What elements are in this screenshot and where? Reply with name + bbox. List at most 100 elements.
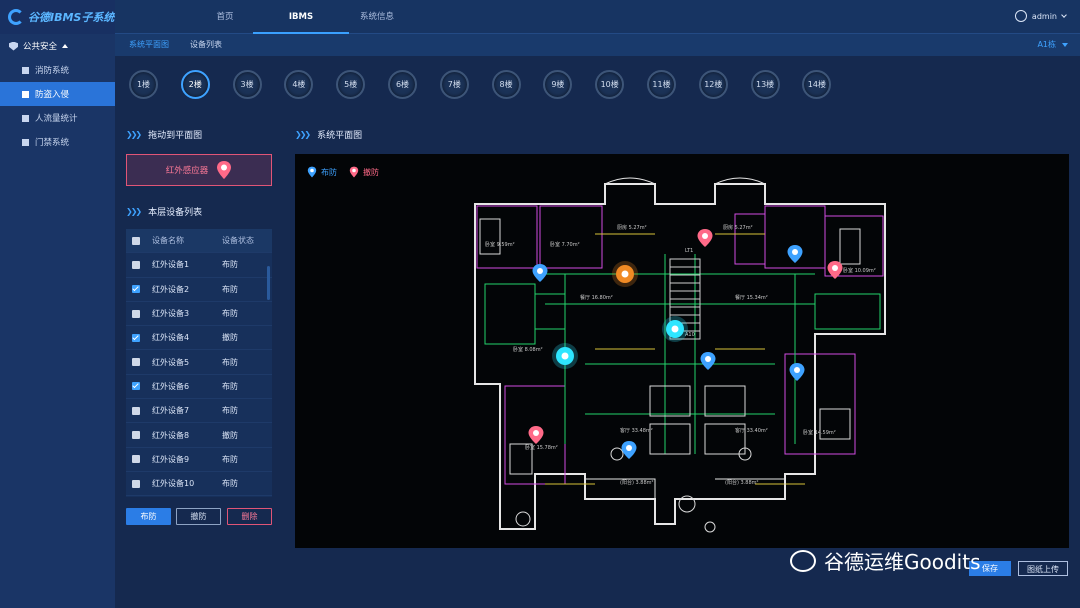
building-select[interactable]: A1栋 <box>1037 34 1068 56</box>
floor-button[interactable]: 13楼 <box>750 70 780 99</box>
sidebar-item-people-flow[interactable]: 人流量统计 <box>0 106 115 130</box>
user-name: admin <box>1031 11 1057 21</box>
table-row[interactable]: 红外设备3 布防 <box>126 302 272 327</box>
col-status-header: 设备状态 <box>222 236 254 246</box>
row-checkbox[interactable] <box>132 455 140 464</box>
sidebar-item-label: 人流量统计 <box>35 114 78 124</box>
device-pin-disarmed[interactable] <box>528 426 544 444</box>
table-row[interactable]: 红外设备6 布防 <box>126 375 272 400</box>
row-checkbox[interactable] <box>132 333 140 342</box>
list-panel-heading: ❯❯❯ 本层设备列表 <box>126 204 202 218</box>
sidebar-item-label: 防盗入侵 <box>35 90 70 100</box>
draggable-ir-sensor[interactable]: 红外感应器 <box>126 154 272 186</box>
floor-button[interactable]: 1楼 <box>129 70 158 99</box>
arm-button[interactable]: 布防 <box>126 508 171 525</box>
device-pin-armed[interactable] <box>700 352 716 370</box>
floor-button[interactable]: 8楼 <box>491 70 521 99</box>
select-all-checkbox[interactable] <box>132 236 140 245</box>
watermark-text: 谷德运维Goodits <box>824 550 981 574</box>
device-label: 红外感应器 <box>165 166 209 176</box>
room-label: (阳台) 3.88m² <box>725 479 759 486</box>
tab-system-info[interactable]: 系统信息 <box>329 0 425 34</box>
table-row[interactable]: 红外设备5 布防 <box>126 350 272 375</box>
tab-device-list[interactable]: 设备列表 <box>190 34 222 56</box>
floor-button[interactable]: 2楼 <box>180 70 210 99</box>
floor-plan-canvas[interactable]: 布防 撤防 卧室 9.59m² 卧室 7.70m² 厨房 5.27m² 厨房 5… <box>295 154 1069 548</box>
floor-button[interactable]: 9楼 <box>543 70 573 99</box>
plan-heading: ❯❯❯ 系统平面图 <box>295 127 362 141</box>
device-pin-alert[interactable] <box>612 261 638 287</box>
room-label: (阳台) 3.88m² <box>620 479 654 486</box>
device-name: 红外设备3 <box>152 309 190 319</box>
room-label: 餐厅 16.80m² <box>580 294 613 301</box>
list-scrollbar[interactable] <box>267 266 270 300</box>
row-checkbox[interactable] <box>132 358 140 367</box>
col-name-header: 设备名称 <box>152 236 184 246</box>
row-checkbox[interactable] <box>132 285 140 294</box>
floor-button[interactable]: 12楼 <box>698 70 728 99</box>
table-header: 设备名称 设备状态 <box>126 229 272 254</box>
tab-floor-plan[interactable]: 系统平面图 <box>129 34 169 56</box>
disarm-button[interactable]: 撤防 <box>176 508 221 525</box>
device-pin-active[interactable] <box>662 316 688 342</box>
device-list-table: 设备名称 设备状态 红外设备1 布防 红外设备2 布防 红外设备3 布防 红外设备4 撤防 红外… <box>126 229 272 497</box>
floor-button[interactable]: 11楼 <box>647 70 676 99</box>
device-name: 红外设备10 <box>152 479 195 489</box>
device-status: 布防 <box>222 381 238 391</box>
device-status: 布防 <box>222 357 238 367</box>
room-label: 卧室 10.09m² <box>843 267 876 274</box>
row-checkbox[interactable] <box>132 309 140 318</box>
sidebar-item-access[interactable]: 门禁系统 <box>0 130 115 154</box>
device-pin-armed[interactable] <box>621 441 637 459</box>
row-checkbox[interactable] <box>132 382 140 391</box>
room-label: 餐厅 15.34m² <box>735 294 768 301</box>
device-name: 红外设备7 <box>152 406 190 416</box>
table-row[interactable]: 红外设备10 布防 <box>126 472 272 497</box>
sidebar-group-public-safety[interactable]: 公共安全 <box>0 34 115 58</box>
device-name: 红外设备5 <box>152 357 190 367</box>
door-icon <box>22 138 29 146</box>
table-row[interactable]: 红外设备9 布防 <box>126 448 272 472</box>
device-status: 布防 <box>222 260 238 270</box>
device-pin-active[interactable] <box>552 343 578 369</box>
room-label: 卧室 8.08m² <box>513 346 543 353</box>
user-menu[interactable]: admin <box>1014 10 1067 22</box>
floor-button[interactable]: 10楼 <box>595 70 625 99</box>
list-panel-title: 本层设备列表 <box>148 207 203 218</box>
floor-button[interactable]: 3楼 <box>232 70 262 99</box>
device-pin-armed[interactable] <box>532 264 548 282</box>
table-row[interactable]: 红外设备4 撤防 <box>126 326 272 351</box>
chevron-down-icon <box>1061 11 1067 18</box>
row-checkbox[interactable] <box>132 479 140 488</box>
app-title: 谷德IBMS子系统 <box>28 11 115 24</box>
device-status: 布防 <box>222 454 238 464</box>
floor-button[interactable]: 7楼 <box>439 70 469 99</box>
row-checkbox[interactable] <box>132 406 140 415</box>
device-pin-armed[interactable] <box>787 245 803 263</box>
device-pin-disarmed[interactable] <box>697 229 713 247</box>
room-label: 客厅 33.48m² <box>620 427 653 434</box>
sidebar-item-fire[interactable]: 消防系统 <box>0 58 115 82</box>
device-pin-armed[interactable] <box>789 363 805 381</box>
row-checkbox[interactable] <box>132 431 140 440</box>
room-label: 卧室 9.59m² <box>485 241 515 248</box>
table-row[interactable]: 红外设备1 布防 <box>126 253 272 278</box>
floor-button[interactable]: 4楼 <box>284 70 314 99</box>
floor-button[interactable]: 14楼 <box>802 70 832 99</box>
building-value: A1栋 <box>1037 40 1056 49</box>
table-row[interactable]: 红外设备7 布防 <box>126 399 272 424</box>
row-checkbox[interactable] <box>132 260 140 269</box>
table-row[interactable]: 红外设备2 布防 <box>126 278 272 302</box>
device-name: 红外设备8 <box>152 430 190 440</box>
delete-button[interactable]: 删除 <box>227 508 272 525</box>
floor-button[interactable]: 5楼 <box>336 70 366 99</box>
sidebar-item-label: 消防系统 <box>35 66 70 76</box>
drag-panel-title: 拖动到平面图 <box>148 130 203 141</box>
floor-button[interactable]: 6楼 <box>388 70 417 99</box>
room-label: 卧室 14.59m² <box>803 429 836 436</box>
device-name: 红外设备6 <box>152 381 190 391</box>
table-row[interactable]: 红外设备8 撤防 <box>126 423 272 448</box>
upload-drawing-button[interactable]: 图纸上传 <box>1018 561 1068 576</box>
sidebar-item-intrusion[interactable]: 防盗入侵 <box>0 82 115 106</box>
sidebar-item-label: 门禁系统 <box>35 138 70 148</box>
